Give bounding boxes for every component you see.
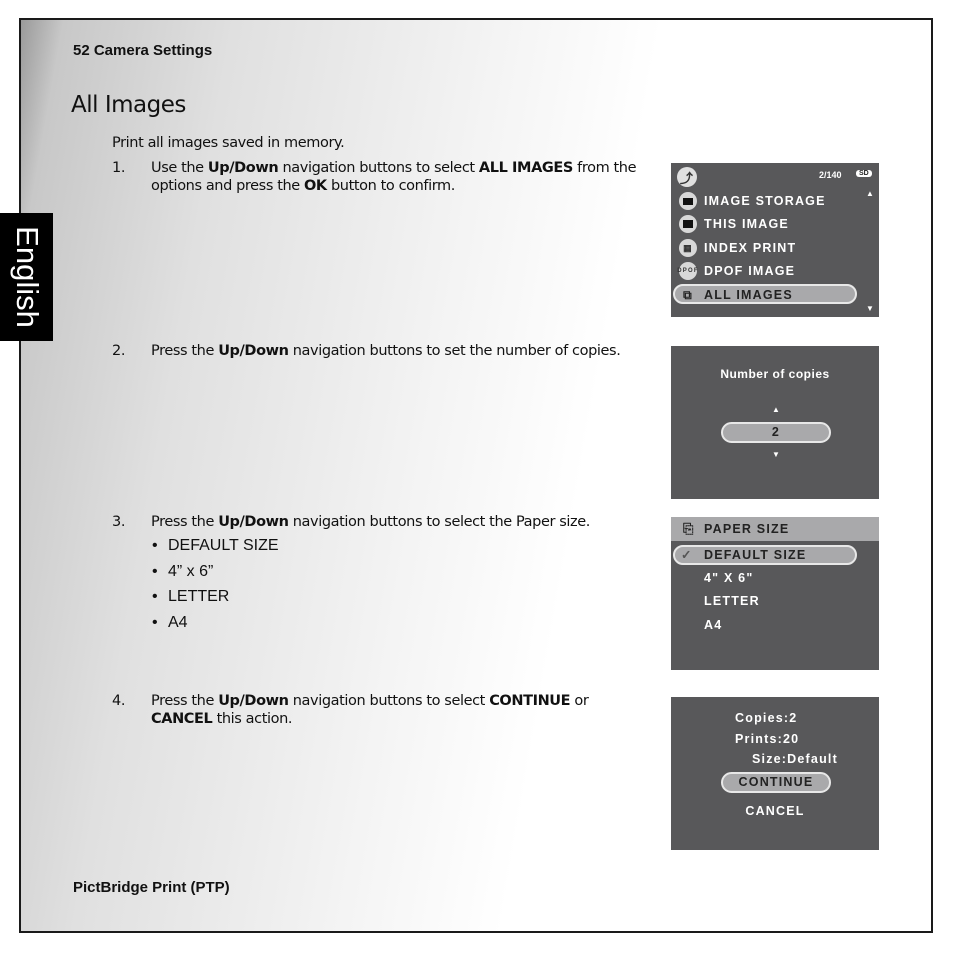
continue-button[interactable]: CONTINUE xyxy=(721,772,831,793)
list-item: • 4” x 6” xyxy=(152,562,214,580)
scroll-up-icon: ▲ xyxy=(866,189,876,198)
paper-size-list: • DEFAULT SIZE • 4” x 6” • LETTER • A4 xyxy=(152,537,279,639)
list-item: • DEFAULT SIZE xyxy=(152,537,279,554)
lcd-copies-screen: Number of copies ▲ 2 ▼ xyxy=(671,346,879,499)
step-1: 1. Use the Up/Down navigation buttons to… xyxy=(112,160,637,194)
section-title: All Images xyxy=(71,92,186,118)
paper-option-default[interactable]: ✓ DEFAULT SIZE xyxy=(681,544,806,566)
step-3: 3. Press the Up/Down navigation buttons … xyxy=(112,514,590,530)
paper-size-header: ⎘ PAPER SIZE xyxy=(671,517,879,541)
language-tab: English xyxy=(0,213,53,341)
scroll-down-icon: ▼ xyxy=(866,304,876,313)
step-4: 4. Press the Up/Down navigation buttons … xyxy=(112,693,589,727)
page-footer: PictBridge Print (PTP) xyxy=(73,879,230,896)
lcd-confirm-screen: Copies:2 Prints:20 Size:Default CONTINUE… xyxy=(671,697,879,850)
storage-icon xyxy=(679,192,697,210)
step-2: 2. Press the Up/Down navigation buttons … xyxy=(112,343,621,359)
decrease-icon[interactable]: ▼ xyxy=(772,450,781,459)
page-header: 52 Camera Settings xyxy=(73,42,213,59)
check-icon: ✓ xyxy=(681,548,693,562)
copies-title: Number of copies xyxy=(720,367,830,381)
image-counter: 2/140 xyxy=(819,170,842,180)
cancel-button[interactable]: CANCEL xyxy=(671,804,879,818)
all-images-icon: ⧉ xyxy=(683,288,693,302)
intro-text: Print all images saved in memory. xyxy=(112,135,345,151)
paper-option-a4[interactable]: A4 xyxy=(704,614,722,636)
menu-item-index-print[interactable]: ▦ INDEX PRINT xyxy=(679,237,796,259)
image-icon xyxy=(679,215,697,233)
size-summary: Size:Default xyxy=(752,752,838,766)
paper-option-4x6[interactable]: 4" X 6" xyxy=(704,567,753,589)
sd-card-icon: SD xyxy=(856,170,872,177)
paper-option-letter[interactable]: LETTER xyxy=(704,590,760,612)
menu-item-all-images[interactable]: ⧉ ALL IMAGES xyxy=(679,284,793,306)
copies-summary: Copies:2 xyxy=(735,711,798,725)
pictbridge-icon: ⤴ xyxy=(677,167,697,187)
copies-value[interactable]: 2 xyxy=(721,422,831,443)
lcd-menu-screen: ⤴ 2/140 SD ▲ ▼ IMAGE STORAGE THIS IMAGE … xyxy=(671,163,879,317)
menu-item-this-image[interactable]: THIS IMAGE xyxy=(679,213,789,235)
increase-icon[interactable]: ▲ xyxy=(772,405,781,414)
list-item: • LETTER xyxy=(152,588,230,605)
list-item: • A4 xyxy=(152,613,188,631)
dpof-icon: DPOF xyxy=(677,262,698,280)
menu-item-dpof-image[interactable]: DPOF DPOF IMAGE xyxy=(677,260,795,282)
lcd-paper-size-screen: ⎘ PAPER SIZE ✓ DEFAULT SIZE 4" X 6" LETTE… xyxy=(671,517,879,670)
menu-item-image-storage[interactable]: IMAGE STORAGE xyxy=(679,190,826,212)
prints-summary: Prints:20 xyxy=(735,732,800,746)
index-grid-icon: ▦ xyxy=(679,239,697,257)
paper-icon: ⎘ xyxy=(683,521,695,536)
